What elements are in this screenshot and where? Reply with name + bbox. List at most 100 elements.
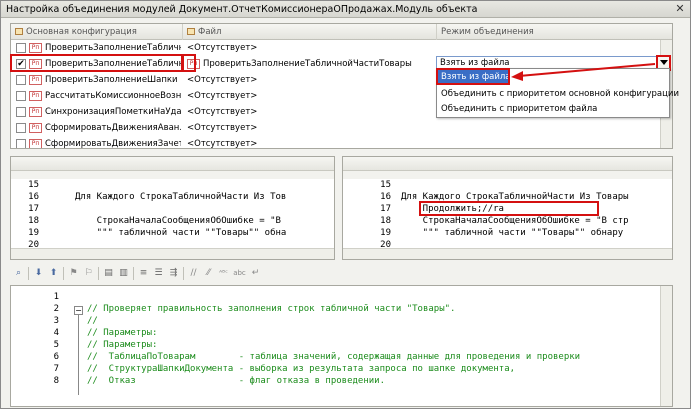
config-icon [15, 28, 23, 35]
row-checkbox[interactable] [16, 91, 26, 101]
collapse-icon[interactable]: − [74, 306, 83, 315]
right-panel-hscroll[interactable] [343, 248, 672, 259]
line-number: 18 [28, 216, 39, 226]
code-line: Для Каждого СтрокаТабличнойЧасти Из Тов [75, 192, 287, 202]
line-number: 5 [53, 340, 59, 350]
find-icon[interactable]: ⌕ [12, 267, 25, 280]
uncomment-icon[interactable]: ⁄⁄ [202, 267, 215, 280]
row-checkbox[interactable] [16, 139, 26, 148]
main-cell: СформироватьДвиженияЗачет... [45, 139, 181, 149]
line-number: 3 [53, 316, 59, 326]
code-comment-line: // ТаблицаПоТоварам - таблица значений, … [87, 352, 581, 362]
main-cell: СформироватьДвиженияАван... [45, 123, 181, 133]
line-number: 18 [380, 216, 391, 226]
line-number: 7 [53, 364, 59, 374]
line-number: 6 [53, 352, 59, 362]
code-comment-line: // Параметры: [87, 340, 158, 350]
code-line: """ табличной части ""Товары"" обнару [401, 228, 624, 238]
line-number: 19 [28, 228, 39, 238]
paste-icon[interactable]: ▥ [117, 267, 130, 280]
procedure-icon: Рп [29, 91, 42, 101]
chevron-down-icon [660, 60, 668, 65]
outdent-icon[interactable]: ☰ [152, 267, 165, 280]
code-line: СтрокаНачалаСообщенияОбОшибке = "В стр [401, 216, 629, 226]
row-checkbox[interactable] [16, 75, 26, 85]
left-code-panel: 15 16 17 18 19 20 Для Каждого СтрокаТабл… [10, 156, 335, 260]
fold-line [78, 315, 79, 395]
copy-icon[interactable]: ▤ [102, 267, 115, 280]
column-header-file[interactable]: Файл [183, 24, 437, 40]
procedure-icon: Рп [29, 107, 42, 117]
title-bar: Настройка объединения модулей Документ.О… [1, 1, 690, 18]
procedure-icon: Рп [29, 43, 42, 53]
comment-icon[interactable]: // [187, 267, 200, 280]
line-number: 16 [28, 192, 39, 202]
arrow-up-icon[interactable]: ⬆ [47, 267, 60, 280]
table-row[interactable]: Рп СформироватьДвиженияЗачет... <Отсутст… [11, 136, 672, 149]
left-panel-header [11, 157, 334, 171]
line-number: 17 [28, 204, 39, 214]
close-icon[interactable]: ✕ [674, 3, 686, 15]
flag-next-icon[interactable]: ⚑ [67, 267, 80, 280]
window-title: Настройка объединения модулей Документ.О… [6, 4, 478, 15]
code-comment-line: // Параметры: [87, 328, 158, 338]
bottom-panel-vscroll[interactable] [660, 286, 672, 406]
file-cell: <Отсутствует> [187, 75, 258, 85]
main-cell: СинхронизацияПометкиНаУда... [45, 107, 181, 117]
file-cell: <Отсутствует> [187, 43, 258, 53]
row-checkbox[interactable] [16, 123, 26, 133]
file-icon [187, 28, 195, 35]
code-comment-line: // СтруктураШапкиДокумента - выборка из … [87, 364, 516, 374]
code-comment-line: // [87, 316, 98, 326]
arrow-down-icon[interactable]: ⬇ [32, 267, 45, 280]
dropdown-option-priority-file[interactable]: Объединить с приоритетом файла [437, 102, 669, 117]
line-number: 15 [28, 180, 39, 190]
line-number: 8 [53, 376, 59, 386]
procedure-icon: Рп [29, 123, 42, 133]
editor-toolbar: ⌕ ⬇ ⬆ ⚑ ⚐ ▤ ▥ ≡ ☰ ⇶ // ⁄⁄ ᴬᴮᶜ abc ↵ [10, 264, 673, 283]
grid-header: Основная конфигурация Файл Режим объедин… [11, 24, 672, 40]
red-arrow-icon [511, 63, 656, 81]
main-cell: РассчитатьКомиссионноеВозн... [45, 91, 181, 101]
left-panel-hscroll[interactable] [11, 248, 334, 259]
dropdown-option-priority-main[interactable]: Объединить с приоритетом основной конфиг… [437, 87, 679, 102]
line-number: 4 [53, 328, 59, 338]
line-number: 15 [380, 180, 391, 190]
file-cell: <Отсутствует> [187, 123, 258, 133]
line-number: 2 [53, 304, 59, 314]
procedure-icon: Рп [29, 75, 42, 85]
column-header-main[interactable]: Основная конфигурация [11, 24, 183, 40]
highlight-inserted-line [419, 201, 599, 216]
wrap-icon[interactable]: ↵ [249, 267, 262, 280]
row-checkbox[interactable] [16, 43, 26, 53]
case-lower-icon[interactable]: abc [233, 267, 246, 280]
line-number: 16 [380, 192, 391, 202]
indent-icon[interactable]: ≡ [137, 267, 150, 280]
line-number: 17 [380, 204, 391, 214]
row-checkbox[interactable] [16, 107, 26, 117]
table-row[interactable]: Рп СформироватьДвиженияАван... <Отсутств… [11, 120, 672, 136]
flag-prev-icon[interactable]: ⚐ [82, 267, 95, 280]
panel-spacer [343, 171, 672, 179]
toolbar-separator [28, 267, 29, 280]
column-header-mode[interactable]: Режим объединения [437, 24, 672, 40]
toolbar-separator [133, 267, 134, 280]
highlight-main-cell [10, 54, 183, 72]
highlight-file-icon [182, 54, 196, 72]
code-line: СтрокаНачалаСообщенияОбОшибке = "В [75, 216, 281, 226]
file-cell: <Отсутствует> [187, 107, 258, 117]
toolbar-separator [183, 267, 184, 280]
code-line: """ табличной части ""Товары"" обна [75, 228, 287, 238]
toolbar-separator [63, 267, 64, 280]
line-number: 1 [53, 292, 59, 302]
format-icon[interactable]: ⇶ [167, 267, 180, 280]
main-cell: ПроверитьЗаполнениеШапки [45, 75, 178, 85]
panel-spacer [11, 171, 334, 179]
code-comment-line: // Проверяет правильность заполнения стр… [87, 304, 456, 314]
bottom-code-panel: 1 2 3 4 5 6 7 8 − // Проверяет правильно… [10, 285, 673, 407]
toolbar-separator [98, 267, 99, 280]
code-comment-line: // Отказ - флаг отказа в проведении. [87, 376, 386, 386]
file-cell: <Отсутствует> [187, 139, 258, 149]
procedure-icon: Рп [29, 139, 42, 148]
case-upper-icon[interactable]: ᴬᴮᶜ [217, 267, 230, 280]
